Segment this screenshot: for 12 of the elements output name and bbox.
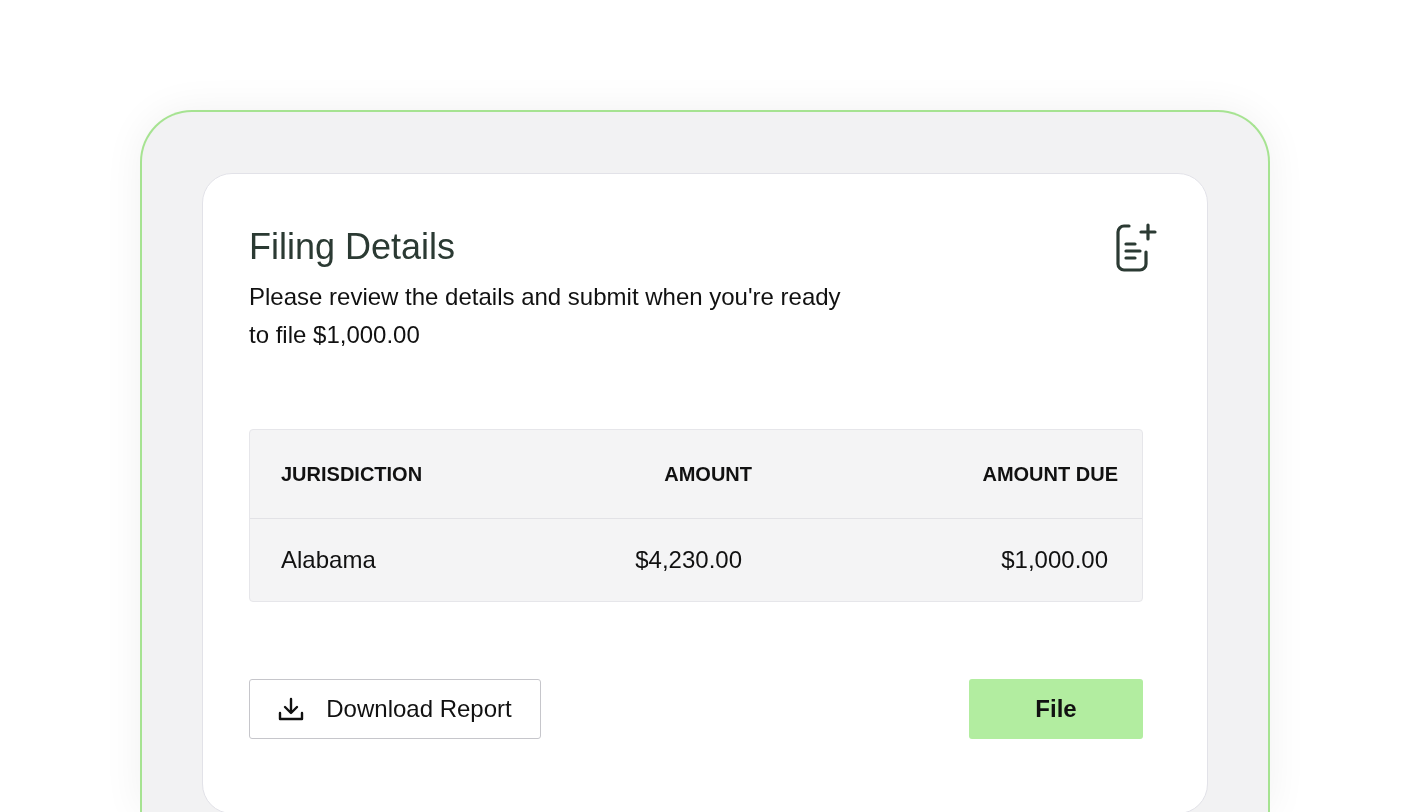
column-header: AMOUNT DUE [981,462,1118,486]
file-button[interactable]: File [969,679,1143,739]
table-cell-text: $1,000.00 [1000,546,1109,574]
card-title: Filing Details [249,225,457,269]
column-header: AMOUNT [663,462,752,486]
card-description: Please review the details and submit when you're ready to file $1,000.00 [249,282,842,350]
table-cell-text: $4,230.00 [634,546,743,574]
table-cell-text: Alabama [281,546,377,574]
download-report-button[interactable]: Download Report [249,679,541,739]
column-header: JURISDICTION [281,462,424,486]
download-icon [278,697,305,721]
add-note-icon [1115,222,1159,274]
